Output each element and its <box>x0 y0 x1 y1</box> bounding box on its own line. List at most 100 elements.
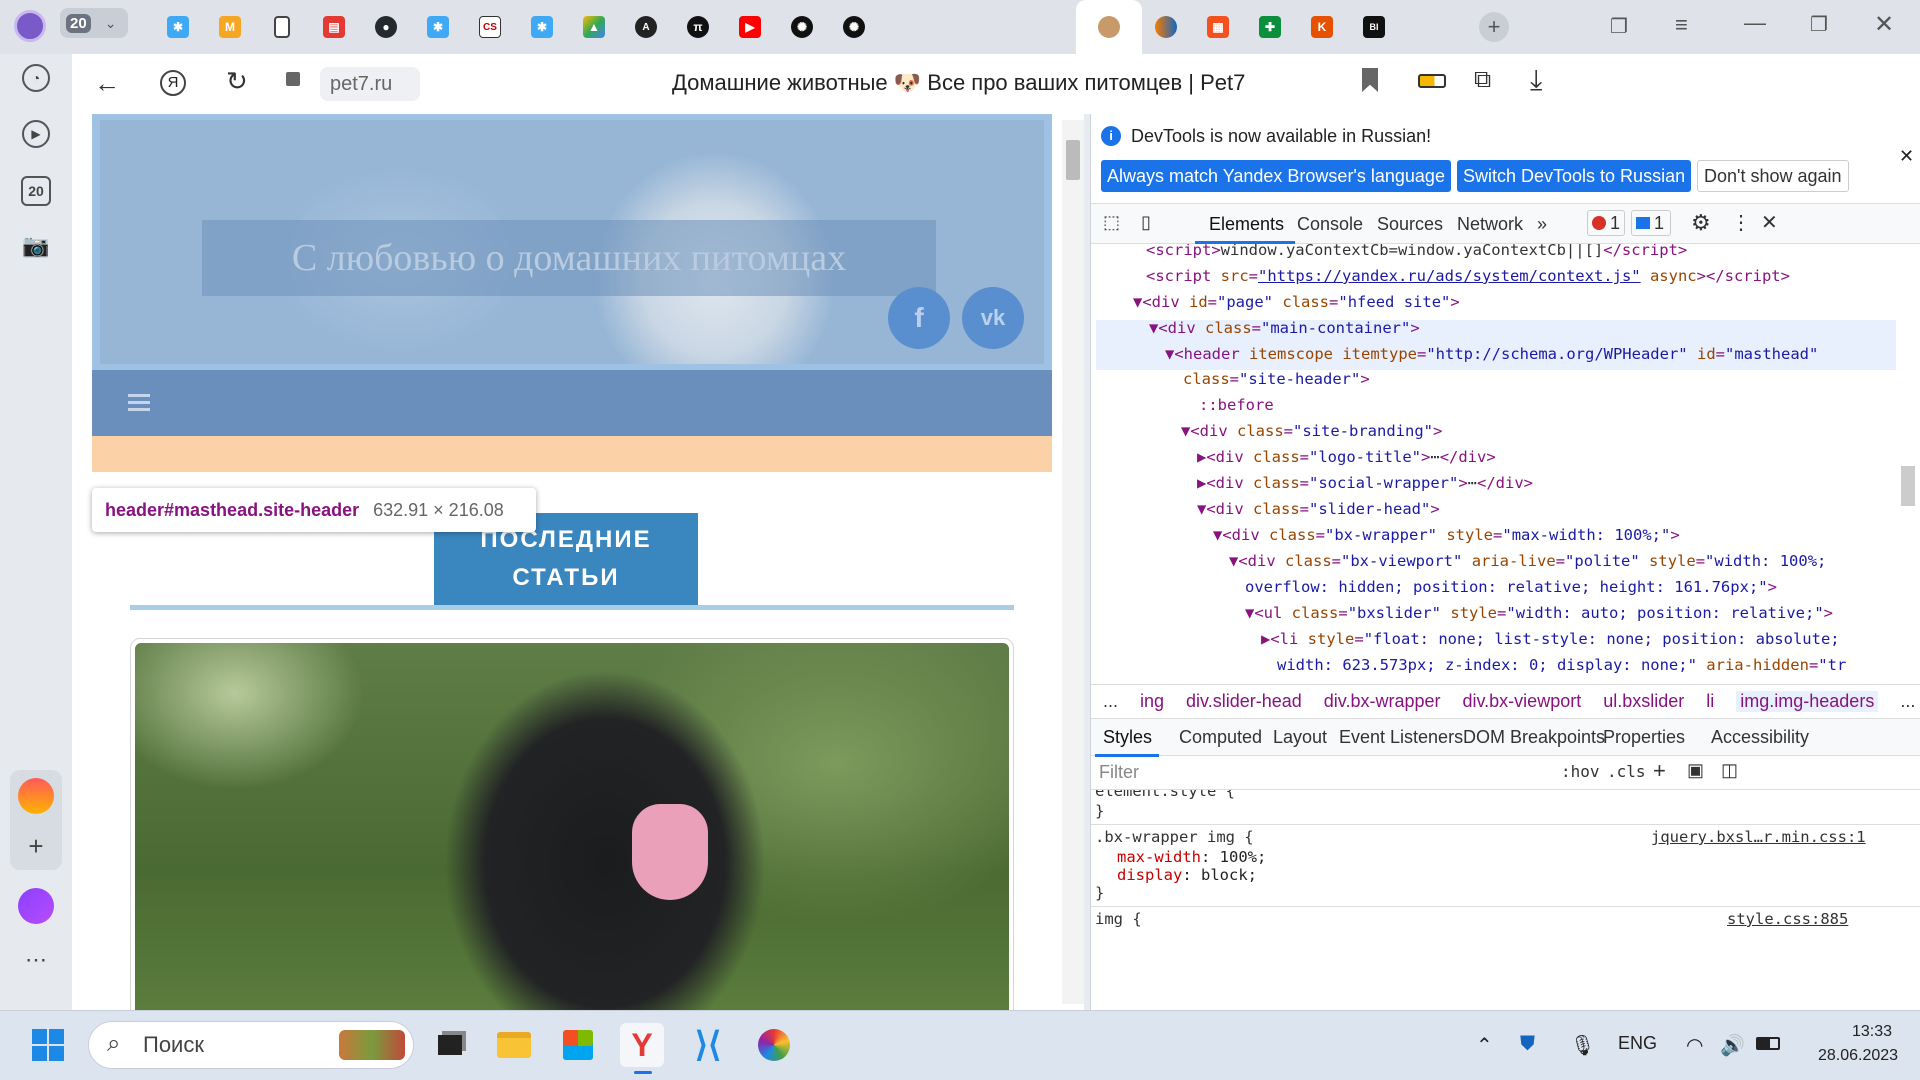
style-property[interactable]: display: block; <box>1117 866 1257 884</box>
close-devtools-icon[interactable]: ✕ <box>1761 210 1778 235</box>
url-field[interactable]: pet7.ru <box>320 67 420 101</box>
vscode-icon[interactable]: ⟩⟨ <box>686 1023 730 1067</box>
subtab-computed[interactable]: Computed <box>1179 727 1262 748</box>
volume-icon[interactable]: 🔊 <box>1720 1033 1745 1058</box>
dom-line[interactable]: ▼<div class="bx-wrapper" style="max-widt… <box>1213 523 1680 549</box>
file-explorer-icon[interactable] <box>492 1023 536 1067</box>
dom-line[interactable]: ▶<div class="social-wrapper">⋯</div> <box>1197 471 1533 497</box>
tray-chevron-icon[interactable]: ⌃ <box>1476 1033 1493 1058</box>
message-counter[interactable]: 1 <box>1631 210 1671 236</box>
back-arrow-icon[interactable]: ← <box>94 68 120 99</box>
article-card[interactable] <box>130 638 1014 1028</box>
tab-favicon-3[interactable] <box>256 10 308 44</box>
tab-elements[interactable]: Elements <box>1209 214 1284 235</box>
battery-icon[interactable] <box>1756 1037 1780 1050</box>
breadcrumb-item[interactable]: ul.bxslider <box>1603 691 1684 712</box>
tab-favicon-7[interactable]: CS <box>464 10 516 44</box>
tab-favicon-1[interactable]: ✱ <box>152 10 204 44</box>
close-infobar-icon[interactable]: ✕ <box>1899 146 1914 167</box>
mail-app-icon[interactable] <box>18 778 54 814</box>
tab-favicon-6[interactable]: ✱ <box>412 10 464 44</box>
breadcrumb-item[interactable]: ing <box>1140 691 1164 712</box>
profile-avatar[interactable] <box>14 10 46 42</box>
tab-favicon-8[interactable]: ✱ <box>516 10 568 44</box>
rule-selector[interactable]: .bx-wrapper img { <box>1095 828 1254 846</box>
rule-selector[interactable]: element.style { <box>1095 790 1235 800</box>
tabs-counter-icon[interactable]: 20 <box>21 176 51 206</box>
tab-favicon-5[interactable]: ● <box>360 10 412 44</box>
switch-russian-button[interactable]: Switch DevTools to Russian <box>1457 160 1692 192</box>
menu-icon[interactable]: ≡ <box>1675 12 1688 38</box>
paint-app-icon[interactable] <box>752 1023 796 1067</box>
add-app-icon[interactable]: + <box>16 826 56 866</box>
vk-icon[interactable]: vk <box>962 287 1024 349</box>
dom-line[interactable]: ▼<div class="main-container"> <box>1149 316 1420 342</box>
subtab-properties[interactable]: Properties <box>1603 727 1685 748</box>
scrollbar-thumb[interactable] <box>1066 140 1080 180</box>
hov-toggle[interactable]: :hov <box>1561 762 1600 781</box>
tab-favicon-19[interactable]: K <box>1296 10 1348 44</box>
tab-favicon-20[interactable]: BI <box>1348 10 1400 44</box>
device-toolbar-icon[interactable]: ▯ <box>1141 212 1151 233</box>
extensions-icon[interactable]: ⧉ <box>1474 66 1491 94</box>
rule-selector[interactable]: img { <box>1095 910 1142 928</box>
collections-icon[interactable]: ❐ <box>1610 14 1628 39</box>
download-icon[interactable]: ⤓ <box>1530 64 1542 97</box>
clock-time[interactable]: 13:33 <box>1852 1023 1892 1041</box>
yandex-browser-icon[interactable]: Y <box>620 1023 664 1074</box>
tab-favicon-17[interactable]: ▦ <box>1192 10 1244 44</box>
elements-scrollbar-thumb[interactable] <box>1901 466 1915 506</box>
breadcrumb-item-active[interactable]: img.img-headers <box>1736 691 1879 712</box>
dom-line[interactable]: ▼<div class="bx-viewport" aria-live="pol… <box>1229 549 1826 575</box>
dom-line[interactable]: ::before <box>1199 393 1274 419</box>
dom-line[interactable]: ▼<ul class="bxslider" style="width: auto… <box>1245 601 1833 627</box>
tab-favicon-18[interactable]: ✚ <box>1244 10 1296 44</box>
kebab-menu-icon[interactable]: ⋮ <box>1731 210 1751 235</box>
more-tabs-icon[interactable]: » <box>1537 214 1547 235</box>
clock-date[interactable]: 28.06.2023 <box>1818 1047 1898 1065</box>
language-indicator[interactable]: ENG <box>1618 1033 1657 1054</box>
dom-line[interactable]: ▼<div class="slider-head"> <box>1197 497 1440 523</box>
dom-line[interactable]: ▶<div class="logo-title">⋯</div> <box>1197 445 1496 471</box>
paint-icon[interactable]: ▣ <box>1687 760 1704 781</box>
microsoft-store-icon[interactable] <box>556 1023 600 1067</box>
rule-source-link[interactable]: style.css:885 <box>1727 910 1848 928</box>
lock-icon[interactable] <box>286 72 300 86</box>
tab-favicon-9[interactable]: ▲ <box>568 10 620 44</box>
new-rule-icon[interactable]: + <box>1653 758 1666 784</box>
microphone-icon[interactable]: 🎙 <box>1570 1033 1595 1058</box>
subtab-accessibility[interactable]: Accessibility <box>1711 727 1809 748</box>
task-view-icon[interactable] <box>428 1023 472 1067</box>
reload-icon[interactable]: ↻ <box>226 66 248 97</box>
restore-icon[interactable]: ❐ <box>1810 12 1828 37</box>
dom-line[interactable]: <script src="https://yandex.ru/ads/syste… <box>1146 264 1790 290</box>
inspect-element-icon[interactable]: ⬚ <box>1103 212 1120 233</box>
tab-counter-button[interactable]: 20 ⌄ <box>60 8 128 38</box>
dom-line-selected[interactable]: ▼<header itemscope itemtype="http://sche… <box>1165 342 1818 368</box>
dom-line[interactable]: ▼<div class="site-branding"> <box>1181 419 1442 445</box>
tab-favicon-12[interactable]: ▶ <box>724 10 776 44</box>
breadcrumb-item[interactable]: div.bx-wrapper <box>1324 691 1441 712</box>
styles-filter-input[interactable]: Filter <box>1099 762 1549 783</box>
history-icon[interactable]: ◔ <box>22 64 50 92</box>
dom-line[interactable]: ▼<div id="page" class="hfeed site"> <box>1133 290 1460 316</box>
close-window-icon[interactable]: ✕ <box>1874 10 1894 39</box>
yandex-logo-icon[interactable]: Я <box>160 70 186 96</box>
breadcrumb-item[interactable]: ... <box>1900 691 1915 712</box>
error-counter[interactable]: 1 <box>1587 210 1625 236</box>
tab-favicon-13[interactable]: ✺ <box>776 10 828 44</box>
page-scrollbar[interactable] <box>1062 120 1084 1004</box>
rule-source-link[interactable]: jquery.bxsl…r.min.css:1 <box>1651 828 1866 846</box>
screenshot-icon[interactable]: 📷 <box>16 226 56 266</box>
tab-console[interactable]: Console <box>1297 214 1363 235</box>
play-icon[interactable]: ▶ <box>22 120 50 148</box>
sidebar-toggle-icon[interactable]: ◫ <box>1721 760 1738 781</box>
tab-favicon-11[interactable]: π <box>672 10 724 44</box>
subtab-event-listeners[interactable]: Event Listeners <box>1339 727 1463 748</box>
dom-line[interactable]: ▶<li style="float: none; list-style: non… <box>1261 627 1840 653</box>
tab-favicon-16[interactable] <box>1140 10 1192 44</box>
article-photo-dog[interactable] <box>135 643 1009 1023</box>
new-tab-button[interactable]: + <box>1479 12 1509 42</box>
dont-show-button[interactable]: Don't show again <box>1697 160 1849 192</box>
windows-start-icon[interactable] <box>26 1023 70 1067</box>
